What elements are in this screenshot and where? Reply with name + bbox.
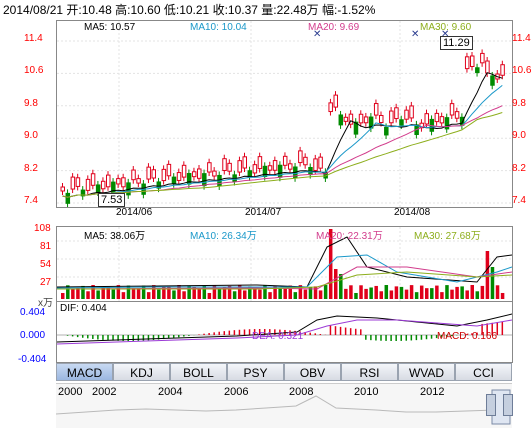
timeline-year-1: 2002 <box>92 386 117 398</box>
date-label-2: 2014/08 <box>394 207 431 218</box>
timeline-handle-left-icon[interactable] <box>486 394 496 416</box>
close-value: 10.37 <box>227 3 258 17</box>
close-label: 收: <box>212 3 228 17</box>
vol-ma10-label: MA10: 26.34万 <box>190 231 257 242</box>
tab-cci[interactable]: CCI <box>455 363 512 381</box>
price-axis-right-1: 10.6 <box>512 65 531 76</box>
vol-axis-1: 81 <box>40 241 52 252</box>
vol-label: 量: <box>261 3 277 17</box>
vol-axis-0: 108 <box>34 223 51 234</box>
price-axis-left-2: 9.8 <box>24 98 38 109</box>
price-axis-right-0: 11.4 <box>512 33 531 44</box>
macd-value-label: MACD: 0.166 <box>437 331 498 342</box>
macd-axis-2: -0.404 <box>18 354 47 365</box>
price-ma10-label: MA10: 10.04 <box>190 22 247 33</box>
tab-boll[interactable]: BOLL <box>170 363 227 381</box>
change-value: -1.52% <box>337 3 376 17</box>
tab-macd[interactable]: MACD <box>56 363 113 381</box>
tab-kdj[interactable]: KDJ <box>113 363 170 381</box>
tab-obv[interactable]: OBV <box>284 363 341 381</box>
timeline-navigator[interactable]: 2000 2002 2004 2006 2008 2010 2012 <box>56 383 513 428</box>
tab-rsi[interactable]: RSI <box>341 363 398 381</box>
price-axis-right-3: 9.0 <box>512 130 526 141</box>
vol-ma5-label: MA5: 38.06万 <box>84 231 146 242</box>
svg-text:✕: ✕ <box>411 29 419 40</box>
open-value: 10.48 <box>81 3 112 17</box>
price-axis-left-3: 9.0 <box>24 130 38 141</box>
low-price-marker: 7.53 <box>98 193 126 207</box>
price-axis-right-2: 9.8 <box>512 98 526 109</box>
tab-wvad[interactable]: WVAD <box>398 363 455 381</box>
vol-value: 22.48万 <box>276 3 319 17</box>
timeline-year-2: 2004 <box>158 386 183 398</box>
vol-ma20-label: MA20: 22.31万 <box>316 231 383 242</box>
price-ma30-label: MA30: 9.60 <box>420 22 472 33</box>
vol-axis-2: 54 <box>40 259 52 270</box>
price-axis-left-1: 10.6 <box>24 65 44 76</box>
price-axis-right-4: 8.2 <box>512 163 526 174</box>
timeline-year-3: 2006 <box>224 386 249 398</box>
change-label: 幅: <box>322 3 338 17</box>
low-value: 10.21 <box>179 3 210 17</box>
macd-dif-label: DIF: 0.404 <box>60 303 107 314</box>
high-label: 高: <box>115 3 131 17</box>
price-axis-right-5: 7.4 <box>512 195 526 206</box>
vol-ma30-label: MA30: 27.68万 <box>414 231 481 242</box>
timeline-year-4: 2008 <box>289 386 314 398</box>
date-label-0: 2014/06 <box>116 207 153 218</box>
timeline-year-6: 2012 <box>420 386 445 398</box>
macd-axis-1: 0.000 <box>20 330 46 341</box>
price-axis-left-4: 8.2 <box>24 163 38 174</box>
open-label: 开: <box>66 3 82 17</box>
vol-axis-3: 27 <box>40 277 52 288</box>
quote-header: 2014/08/21 开:10.48 高:10.60 低:10.21 收:10.… <box>3 1 375 18</box>
high-value: 10.60 <box>130 3 161 17</box>
timeline-handle-right-icon[interactable] <box>503 394 513 416</box>
macd-dea-label: DEA: 0.321 <box>252 331 304 342</box>
high-price-marker: 11.29 <box>440 36 473 50</box>
timeline-year-0: 2000 <box>58 386 83 398</box>
price-axis-left-0: 11.4 <box>24 33 43 44</box>
timeline-year-5: 2010 <box>354 386 379 398</box>
indicator-tabs: MACD KDJ BOLL PSY OBV RSI WVAD CCI <box>56 363 512 381</box>
price-ma5-label: MA5: 10.57 <box>84 22 136 33</box>
macd-axis-0: 0.404 <box>20 307 46 318</box>
price-axis-left-5: 7.4 <box>24 195 38 206</box>
price-ma20-label: MA20: 9.69 <box>308 22 360 33</box>
low-label: 低: <box>163 3 180 17</box>
tab-psy[interactable]: PSY <box>227 363 284 381</box>
quote-date: 2014/08/21 <box>3 3 64 17</box>
date-label-1: 2014/07 <box>245 207 282 218</box>
